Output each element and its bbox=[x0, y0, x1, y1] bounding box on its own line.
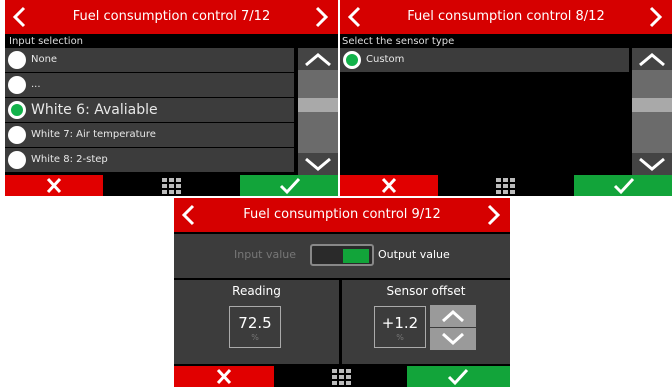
sensor-offset-panel: Sensor offset +1.2 % bbox=[342, 280, 510, 364]
grid-icon bbox=[332, 369, 351, 385]
radio-selected-icon bbox=[8, 101, 26, 119]
sensor-offset-title: Sensor offset bbox=[386, 284, 466, 298]
bottom-bar bbox=[5, 175, 338, 196]
list-item-custom[interactable]: Custom bbox=[340, 48, 629, 72]
scroll-thumb[interactable] bbox=[632, 98, 672, 112]
reading-display: 72.5 % bbox=[229, 306, 281, 348]
next-button[interactable] bbox=[642, 0, 672, 34]
radio-icon bbox=[8, 76, 26, 94]
reading-unit: % bbox=[251, 333, 259, 342]
chevron-up-icon bbox=[639, 53, 665, 67]
screen-sensor-type: Fuel consumption control 8/12 Select the… bbox=[340, 0, 672, 196]
scroll-up-button[interactable] bbox=[632, 48, 672, 70]
switch-knob bbox=[343, 249, 369, 263]
chevron-right-icon bbox=[649, 6, 663, 28]
list-caption: Input selection bbox=[9, 36, 84, 47]
cancel-button[interactable] bbox=[340, 175, 438, 196]
check-icon bbox=[613, 177, 635, 195]
screen-title: Fuel consumption control 8/12 bbox=[407, 9, 605, 24]
prev-button[interactable] bbox=[340, 0, 370, 34]
chevron-up-icon bbox=[305, 53, 331, 67]
screen-input-selection: Fuel consumption control 7/12 Input sele… bbox=[5, 0, 338, 196]
prev-button[interactable] bbox=[5, 0, 35, 34]
check-icon bbox=[447, 368, 469, 386]
cancel-button[interactable] bbox=[174, 366, 274, 387]
list-item-label: White 8: 2-step bbox=[31, 154, 108, 165]
scroll-down-button[interactable] bbox=[298, 153, 338, 175]
next-button[interactable] bbox=[480, 198, 510, 232]
reading-title: Reading bbox=[232, 284, 281, 298]
chevron-up-icon bbox=[441, 309, 465, 323]
x-icon bbox=[46, 177, 62, 194]
screen-title: Fuel consumption control 9/12 bbox=[243, 207, 441, 222]
title-bar: Fuel consumption control 7/12 bbox=[5, 0, 338, 34]
next-button[interactable] bbox=[308, 0, 338, 34]
screen-title: Fuel consumption control 7/12 bbox=[72, 9, 271, 24]
increment-button[interactable] bbox=[430, 305, 476, 327]
menu-button[interactable] bbox=[496, 178, 516, 194]
scroll-up-button[interactable] bbox=[298, 48, 338, 70]
decrement-button[interactable] bbox=[430, 328, 476, 350]
output-value-label: Output value bbox=[378, 248, 450, 261]
menu-button[interactable] bbox=[161, 178, 182, 194]
sensor-offset-display[interactable]: +1.2 % bbox=[374, 306, 426, 348]
confirm-button[interactable] bbox=[574, 175, 672, 196]
sensor-type-list: Custom bbox=[340, 48, 629, 73]
menu-button[interactable] bbox=[332, 369, 352, 385]
input-list: None ... White 6: Avaliable White 7: Air… bbox=[5, 48, 294, 173]
value-toggle-row: Input value Output value bbox=[174, 234, 510, 278]
x-icon bbox=[381, 177, 397, 194]
radio-selected-icon bbox=[343, 51, 361, 69]
list-item-label: Custom bbox=[366, 54, 405, 65]
input-output-switch[interactable] bbox=[310, 244, 374, 266]
scroll-track[interactable] bbox=[632, 70, 672, 153]
radio-icon bbox=[8, 51, 26, 69]
list-item-label: White 6: Avaliable bbox=[31, 102, 158, 118]
list-item-label: White 7: Air temperature bbox=[31, 129, 156, 140]
chevron-left-icon bbox=[347, 6, 361, 28]
list-caption: Select the sensor type bbox=[342, 36, 455, 47]
bottom-bar bbox=[340, 175, 672, 196]
confirm-button[interactable] bbox=[407, 366, 510, 387]
chevron-down-icon bbox=[639, 157, 665, 171]
list-item-label: ... bbox=[31, 79, 41, 90]
scrollbar[interactable] bbox=[298, 48, 338, 175]
scroll-down-button[interactable] bbox=[632, 153, 672, 175]
input-value-label: Input value bbox=[234, 248, 297, 261]
scroll-thumb[interactable] bbox=[298, 98, 338, 112]
x-icon bbox=[216, 368, 232, 385]
cancel-button[interactable] bbox=[5, 175, 103, 196]
sensor-offset-unit: % bbox=[396, 333, 404, 342]
title-bar: Fuel consumption control 9/12 bbox=[174, 198, 510, 232]
chevron-left-icon bbox=[12, 6, 26, 28]
reading-value: 72.5 bbox=[238, 314, 272, 332]
title-bar: Fuel consumption control 8/12 bbox=[340, 0, 672, 34]
grid-icon bbox=[496, 178, 515, 194]
chevron-down-icon bbox=[441, 332, 465, 346]
scroll-track[interactable] bbox=[298, 70, 338, 153]
prev-button[interactable] bbox=[174, 198, 204, 232]
screen-sensor-reading: Fuel consumption control 9/12 Input valu… bbox=[174, 198, 510, 387]
chevron-down-icon bbox=[305, 157, 331, 171]
confirm-button[interactable] bbox=[240, 175, 338, 196]
radio-icon bbox=[8, 126, 26, 144]
chevron-left-icon bbox=[181, 204, 195, 226]
grid-icon bbox=[161, 178, 181, 194]
list-item-ellipsis[interactable]: ... bbox=[5, 73, 294, 97]
chevron-right-icon bbox=[487, 204, 501, 226]
scrollbar[interactable] bbox=[632, 48, 672, 175]
list-item-white-8[interactable]: White 8: 2-step bbox=[5, 148, 294, 172]
list-item-white-6[interactable]: White 6: Avaliable bbox=[5, 98, 294, 122]
list-item-label: None bbox=[31, 54, 58, 65]
radio-icon bbox=[8, 151, 26, 169]
list-item-white-7[interactable]: White 7: Air temperature bbox=[5, 123, 294, 147]
sensor-offset-value: +1.2 bbox=[381, 314, 419, 332]
list-item-none[interactable]: None bbox=[5, 48, 294, 72]
reading-panel: Reading 72.5 % bbox=[174, 280, 339, 364]
bottom-bar bbox=[174, 366, 510, 387]
check-icon bbox=[279, 177, 301, 195]
chevron-right-icon bbox=[315, 6, 329, 28]
